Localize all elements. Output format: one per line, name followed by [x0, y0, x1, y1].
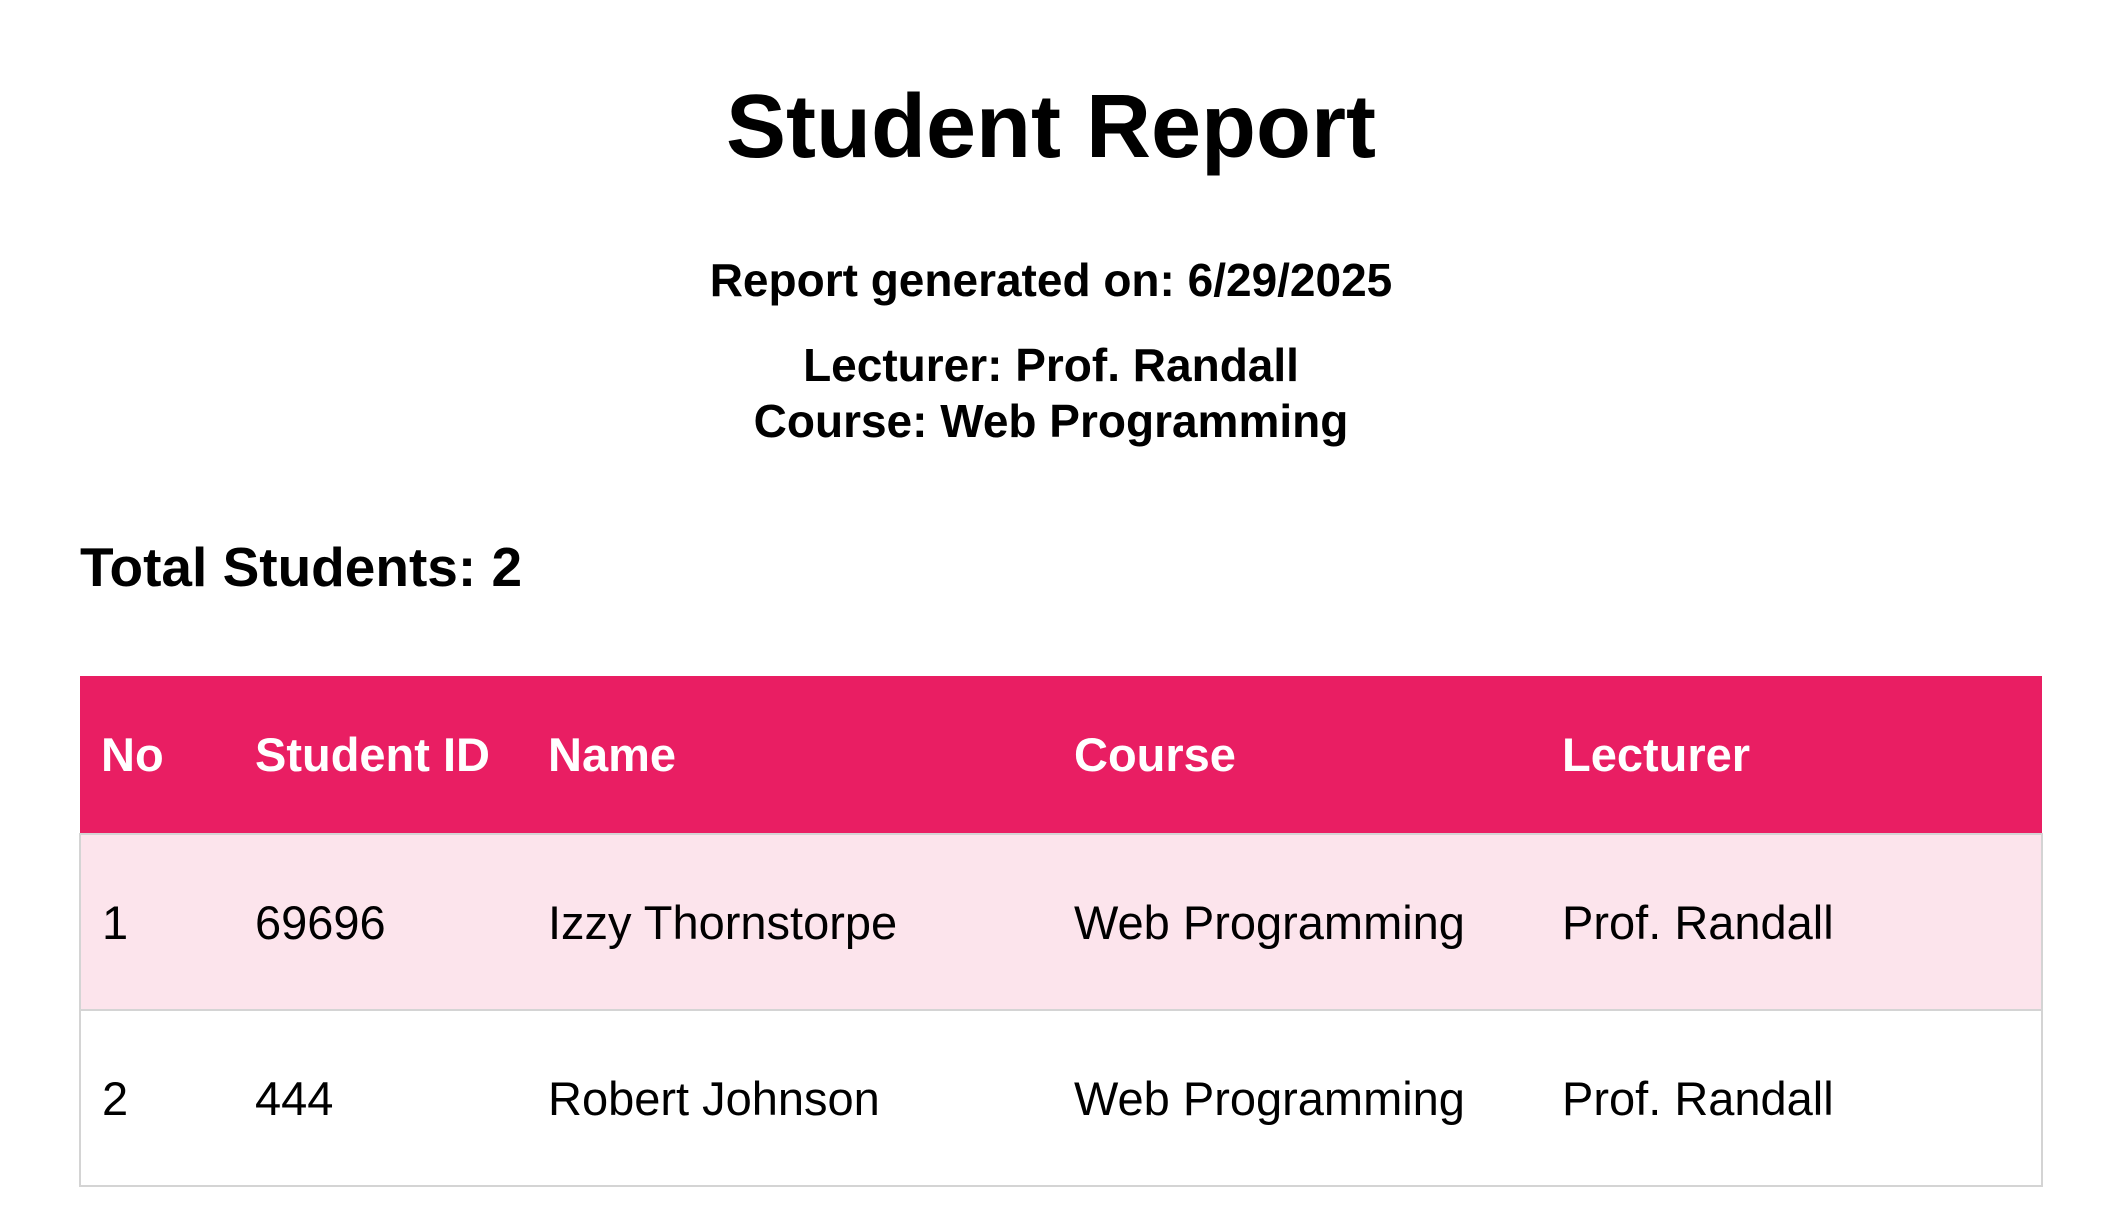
column-header-student-id: Student ID [255, 728, 490, 781]
cell-name: Izzy Thornstorpe [548, 895, 898, 949]
cell-name: Robert Johnson [548, 1071, 880, 1125]
table-row: 1 69696 Izzy Thornstorpe Web Programming… [80, 834, 2042, 1010]
cell-lecturer: Prof. Randall [1562, 1071, 1834, 1125]
column-header-no: No [101, 728, 164, 781]
report-generated-date: Report generated on: 6/29/2025 [709, 254, 1393, 306]
page-title: Student Report [726, 77, 1376, 177]
cell-lecturer: Prof. Randall [1562, 895, 1834, 949]
column-header-course: Course [1074, 728, 1236, 781]
table-header-row: No Student ID Name Course Lecturer [80, 676, 2042, 834]
report-lecturer: Lecturer: Prof. Randall [803, 339, 1299, 391]
table-row: 2 444 Robert Johnson Web Programming Pro… [80, 1010, 2042, 1186]
cell-student-id: 69696 [255, 895, 386, 949]
students-table: No Student ID Name Course Lecturer 1 696… [79, 676, 2043, 1187]
cell-no: 2 [102, 1071, 129, 1125]
cell-course: Web Programming [1074, 895, 1465, 949]
column-header-lecturer: Lecturer [1562, 728, 1751, 781]
cell-student-id: 444 [255, 1071, 334, 1125]
column-header-name: Name [548, 728, 677, 781]
cell-course: Web Programming [1074, 1071, 1465, 1125]
cell-no: 1 [102, 895, 129, 949]
report-course: Course: Web Programming [753, 395, 1349, 447]
total-students: Total Students: 2 [80, 536, 523, 598]
